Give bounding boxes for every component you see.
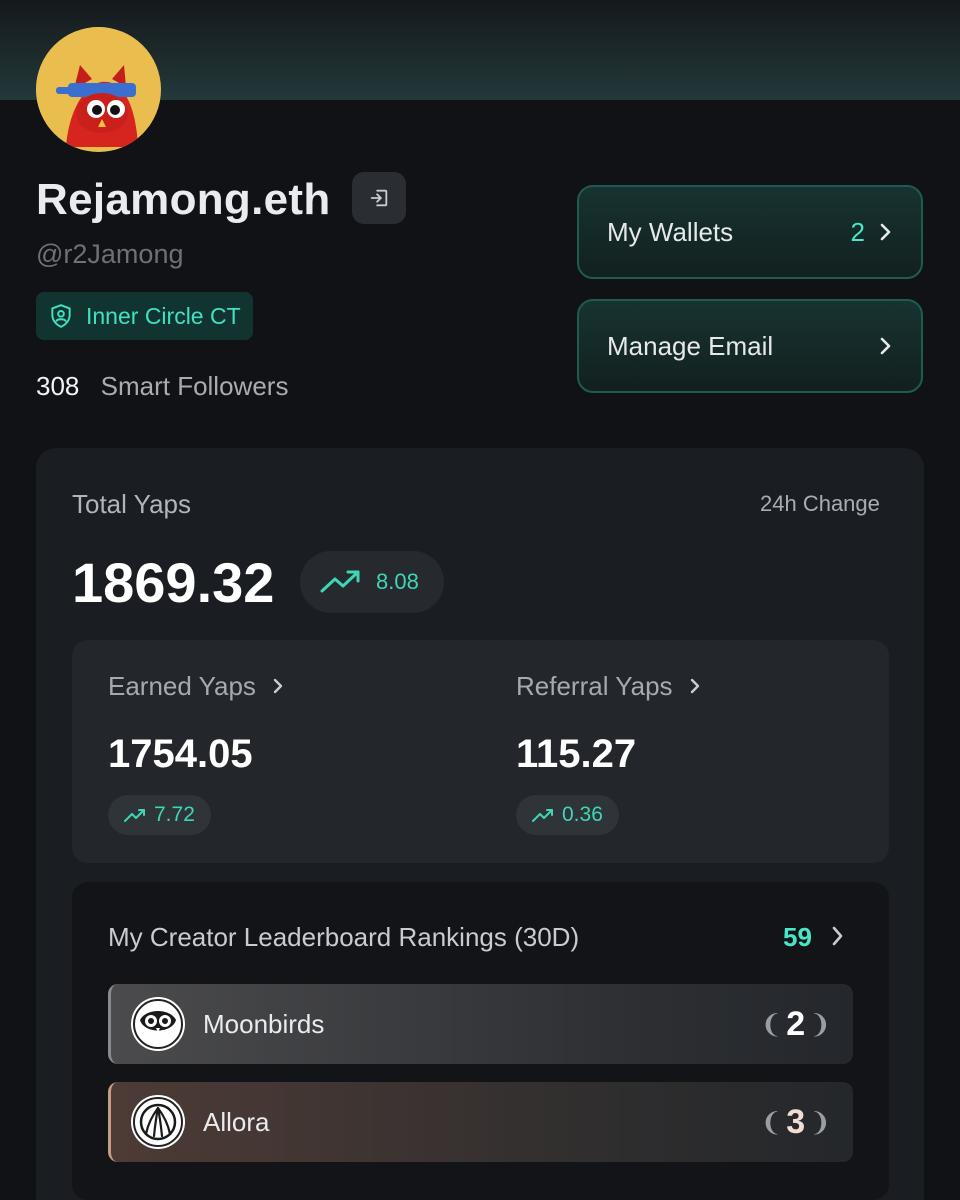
chevron-right-icon <box>880 337 891 355</box>
chevron-right-icon <box>273 678 283 694</box>
chevron-right-icon <box>880 223 891 241</box>
ranking-row-moonbirds[interactable]: Moonbirds ❨ 2 ❩ <box>108 984 853 1064</box>
ranking-position: ❨ 2 ❩ <box>760 1005 831 1044</box>
earned-yaps-value: 1754.05 <box>108 732 253 776</box>
laurel-left-icon: ❨ <box>760 1008 783 1039</box>
total-change-value: 8.08 <box>376 569 419 594</box>
shield-user-icon <box>51 304 71 328</box>
trending-up-icon <box>320 570 360 593</box>
logout-button[interactable] <box>352 172 406 224</box>
ranking-number: 2 <box>786 1004 806 1043</box>
laurel-right-icon: ❩ <box>809 1106 831 1137</box>
avatar <box>36 27 161 152</box>
total-yaps-label: Total Yaps <box>72 489 192 519</box>
laurel-right-icon: ❩ <box>809 1008 831 1039</box>
ranking-position: ❨ 3 ❩ <box>760 1103 831 1142</box>
wallets-count: 2 <box>850 216 865 247</box>
ranking-row-allora[interactable]: Allora ❨ 3 ❩ <box>108 1082 853 1162</box>
profile-page: Rejamong.eth @r2Jamong Inner Circle CT 3… <box>0 0 960 1200</box>
smart-followers-count: 308 <box>36 371 80 401</box>
trending-up-icon <box>124 809 145 822</box>
chevron-right-icon <box>690 678 699 694</box>
profile-name: Rejamong.eth <box>36 175 331 224</box>
ranking-number: 3 <box>786 1102 806 1141</box>
earned-change-value: 7.72 <box>154 803 195 826</box>
earned-yaps-link[interactable]: Earned Yaps <box>108 668 284 704</box>
badge-label: Inner Circle CT <box>86 303 241 329</box>
ranking-name: Moonbirds <box>203 1008 325 1039</box>
manage-email-button[interactable]: Manage Email <box>577 299 923 393</box>
referral-yaps-value: 115.27 <box>516 732 637 776</box>
earned-change-pill: 7.72 <box>108 795 211 835</box>
chevron-right-icon[interactable] <box>830 924 844 948</box>
logout-icon <box>370 189 388 207</box>
change-24h-label: 24h Change <box>760 491 880 516</box>
smart-followers: 308 Smart Followers <box>36 366 288 406</box>
referral-yaps-link[interactable]: Referral Yaps <box>516 668 701 704</box>
profile-handle: @r2Jamong <box>36 239 184 269</box>
referral-change-pill: 0.36 <box>516 795 619 835</box>
my-wallets-label: My Wallets <box>607 216 734 247</box>
referral-yaps-label: Referral Yaps <box>516 671 673 701</box>
laurel-left-icon: ❨ <box>760 1106 783 1137</box>
allora-logo-icon <box>131 1095 185 1149</box>
rankings-count[interactable]: 59 <box>783 918 812 956</box>
inner-circle-badge: Inner Circle CT <box>36 292 253 340</box>
ranking-name: Allora <box>203 1106 270 1137</box>
total-change-pill: 8.08 <box>300 551 444 613</box>
leaderboard-title: My Creator Leaderboard Rankings (30D) <box>108 922 580 952</box>
earned-yaps-label: Earned Yaps <box>108 671 256 701</box>
moonbirds-logo-icon <box>131 997 185 1051</box>
referral-change-value: 0.36 <box>562 803 603 826</box>
trending-up-icon <box>532 809 553 822</box>
manage-email-label: Manage Email <box>607 330 774 361</box>
my-wallets-button[interactable]: My Wallets 2 <box>577 185 923 279</box>
smart-followers-label: Smart Followers <box>100 371 289 401</box>
total-yaps-value: 1869.32 <box>72 551 275 614</box>
